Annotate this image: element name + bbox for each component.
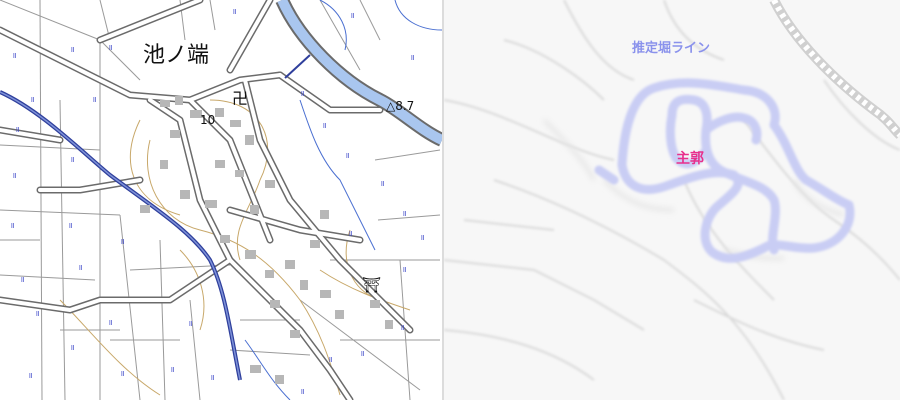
estimated-moat-line (594, 78, 855, 263)
paddy-field-icon: ॥ (402, 209, 407, 218)
paddy-field-icon: ॥ (350, 11, 355, 20)
paddy-field-icon: ॥ (70, 155, 75, 164)
paddy-field-icon: ॥ (348, 229, 353, 238)
paddy-field-icon: ॥ (210, 373, 215, 382)
main-bailey-label: 主郭 (676, 150, 704, 167)
relief-map: 推定堀ライン 主郭 (444, 0, 900, 400)
relief-map-panel[interactable]: 推定堀ライン 主郭 (444, 0, 900, 400)
topographic-map: ॥ ॥ ॥ ॥ ॥ ॥ ॥ ॥ ॥ ॥ ॥ ॥ ॥ ॥ ॥ ॥ ॥ ॥ ॥ ॥ (0, 0, 442, 400)
paddy-field-icon: ॥ (328, 355, 333, 364)
temple-icon: 卍 (232, 89, 248, 108)
paddy-field-icon: ॥ (400, 323, 405, 332)
paddy-field-icon: ॥ (10, 221, 15, 230)
paddy-field-icon: ॥ (12, 171, 17, 180)
paddy-field-icon: ॥ (360, 349, 365, 358)
paddy-field-icon: ॥ (300, 387, 305, 396)
moat-line-label: 推定堀ライン (632, 40, 710, 56)
paddy-field-icon: ॥ (92, 95, 97, 104)
paddy-field-icon: ॥ (28, 371, 33, 380)
paddy-field-icon: ॥ (120, 237, 125, 246)
paddy-field-icon: ॥ (68, 221, 73, 230)
paddy-field-icon: ॥ (70, 343, 75, 352)
paddy-field-icon: ॥ (402, 265, 407, 274)
paddy-field-icon: ॥ (108, 43, 113, 52)
paddy-field-icon: ॥ (70, 45, 75, 54)
paddy-field-icon: ॥ (300, 89, 305, 98)
place-name-label: 池ノ端 (143, 43, 209, 68)
paddy-field-icon: ॥ (78, 263, 83, 272)
canal (275, 0, 442, 147)
paddy-field-icon: ॥ (35, 309, 40, 318)
paddy-field-icon: ॥ (20, 275, 25, 284)
paddy-field-icon: ॥ (188, 319, 193, 328)
triangulation-point-label: △8.7 (386, 99, 414, 113)
relief-shading (542, 118, 845, 261)
paddy-field-icon: ॥ (15, 125, 20, 134)
paddy-field-icon: ॥ (120, 369, 125, 378)
paddy-field-icon: ॥ (232, 7, 237, 16)
paddy-field-icon: ॥ (322, 121, 327, 130)
paddy-field-icon: ॥ (380, 179, 385, 188)
paddy-field-icon: ॥ (345, 151, 350, 160)
railway (769, 0, 900, 139)
paddy-field-icon: ॥ (12, 51, 17, 60)
topographic-map-panel[interactable]: ॥ ॥ ॥ ॥ ॥ ॥ ॥ ॥ ॥ ॥ ॥ ॥ ॥ ॥ ॥ ॥ ॥ ॥ ॥ ॥ (0, 0, 442, 400)
paddy-field-icon: ॥ (108, 318, 113, 327)
elevation-point-label: 10 (200, 113, 215, 127)
paddy-field-icon: ॥ (170, 365, 175, 374)
paddy-field-icon: ॥ (30, 95, 35, 104)
shrine-icon: ⛩ (362, 276, 381, 294)
map-comparison: ॥ ॥ ॥ ॥ ॥ ॥ ॥ ॥ ॥ ॥ ॥ ॥ ॥ ॥ ॥ ॥ ॥ ॥ ॥ ॥ (0, 0, 900, 400)
paddy-field-icon: ॥ (420, 233, 425, 242)
paddy-field-icon: ॥ (410, 53, 415, 62)
